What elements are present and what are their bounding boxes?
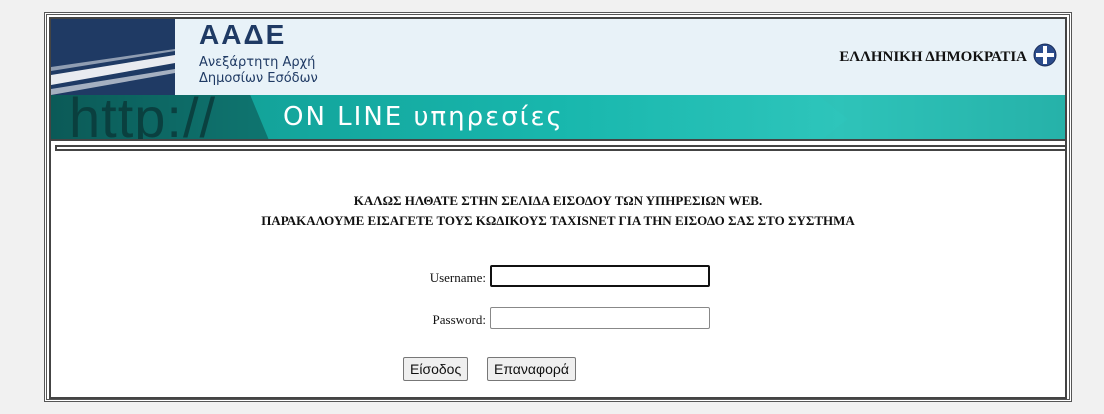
org-name-line2: Δημοσίων Εσόδων — [199, 71, 318, 86]
divider-bar — [55, 145, 1067, 151]
org-acronym: ΑΑΔΕ — [199, 19, 287, 50]
aade-logo-icon — [51, 19, 175, 95]
hellenic-republic-label: ΕΛΛΗΝΙΚΗ ΔΗΜΟΚΡΑΤΙΑ — [839, 49, 1027, 65]
password-label: Password: — [432, 312, 486, 327]
username-input[interactable] — [490, 265, 710, 287]
page-frame: ΑΑΔΕ Ανεξάρτητη Αρχή Δημοσίων Εσόδων ΕΛΛ… — [44, 12, 1072, 402]
banner-online-text: ON LINE υπηρεσίες — [283, 102, 564, 132]
password-input[interactable] — [490, 307, 710, 329]
banner-http-text: http:// — [69, 86, 217, 141]
greek-emblem-icon — [1033, 43, 1057, 67]
site-header: ΑΑΔΕ Ανεξάρτητη Αρχή Δημοσίων Εσόδων ΕΛΛ… — [49, 17, 1067, 141]
login-panel: ΚΑΛΩΣ ΗΛΘΑΤΕ ΣΤΗΝ ΣΕΛΙΔΑ ΕΙΣΟΔΟΥ ΤΩΝ ΥΠΗ… — [49, 139, 1067, 399]
reset-button[interactable]: Επαναφορά — [487, 357, 576, 381]
org-name-line1: Ανεξάρτητη Αρχή — [199, 55, 316, 70]
login-button[interactable]: Είσοδος — [403, 357, 469, 381]
username-label: Username: — [429, 270, 486, 285]
welcome-message: ΚΑΛΩΣ ΗΛΘΑΤΕ ΣΤΗΝ ΣΕΛΙΔΑ ΕΙΣΟΔΟΥ ΤΩΝ ΥΠΗ… — [353, 193, 763, 208]
instruction-message: ΠΑΡΑΚΑΛΟΥΜΕ ΕΙΣΑΓΕΤΕ ΤΟΥΣ ΚΩΔΙΚΟΥΣ TAXIS… — [261, 213, 855, 228]
